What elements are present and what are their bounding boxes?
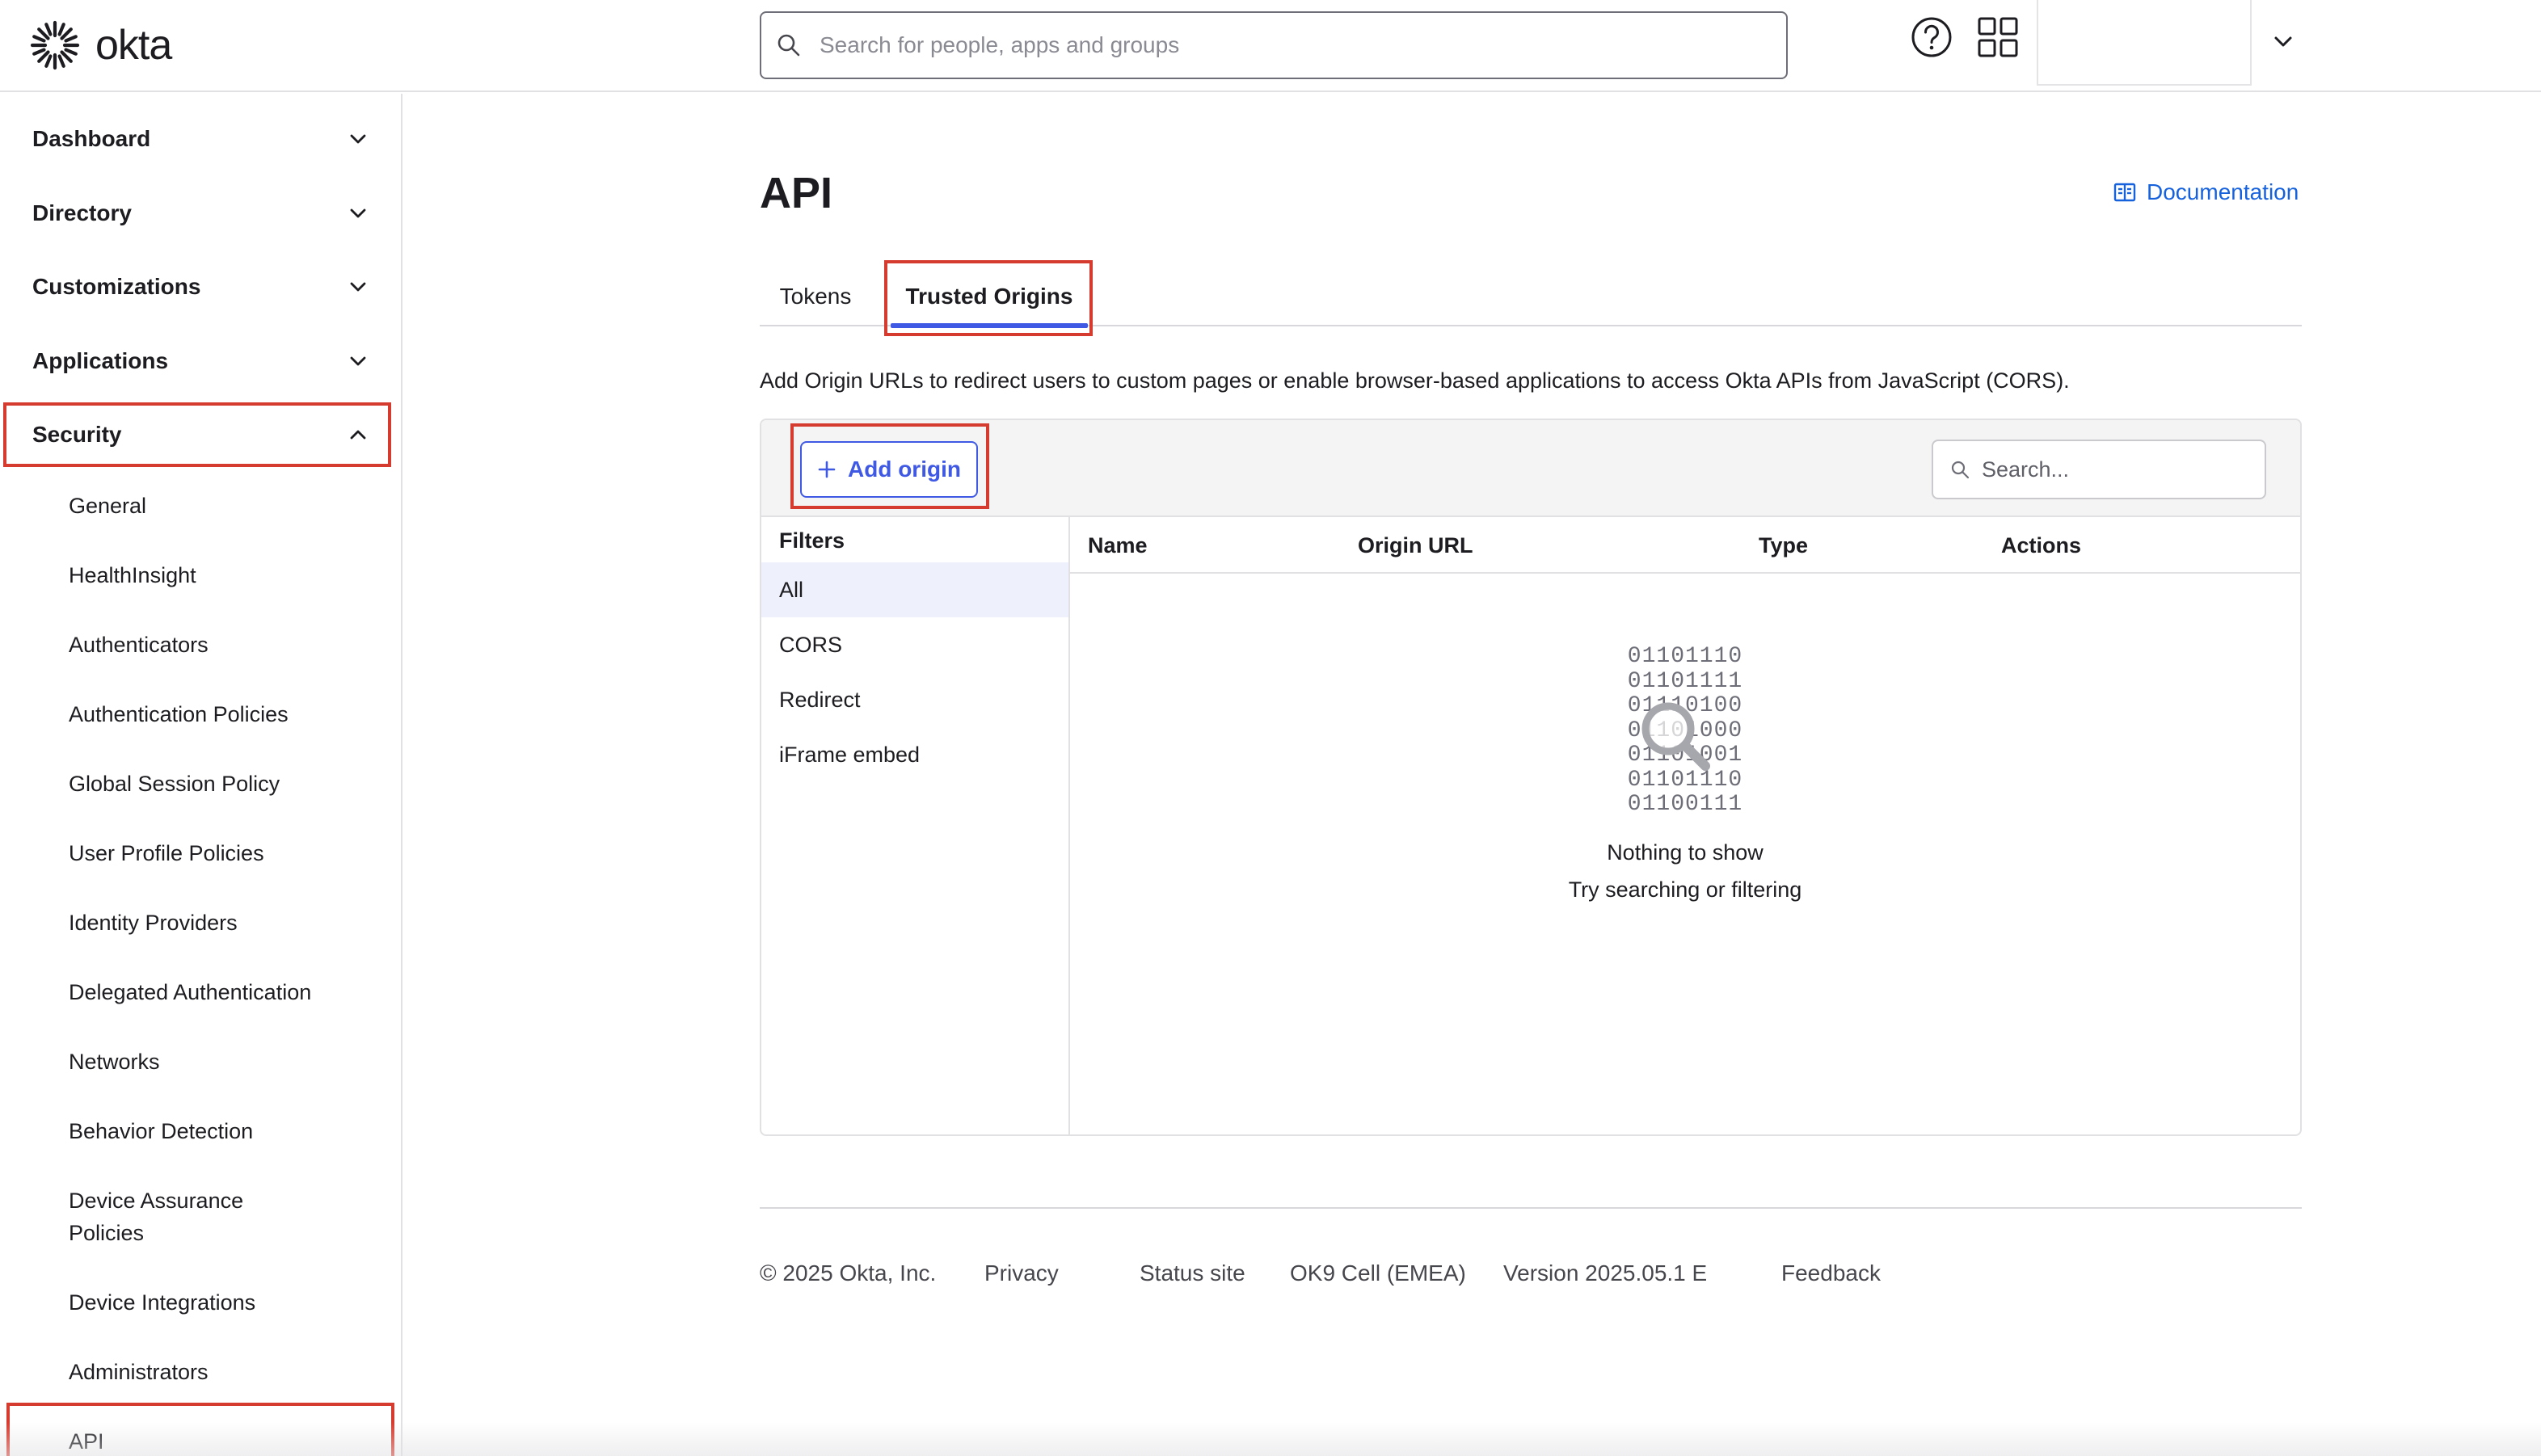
- sidebar-item-directory[interactable]: Directory: [0, 181, 401, 246]
- tab-tokens[interactable]: Tokens: [760, 267, 871, 326]
- sidebar-subitem-networks[interactable]: Networks: [69, 1046, 160, 1078]
- sidebar-subitem-identity-providers[interactable]: Identity Providers: [69, 907, 238, 939]
- origins-search-box[interactable]: [1932, 440, 2266, 499]
- filter-redirect[interactable]: Redirect: [761, 672, 1068, 727]
- sidebar-item-label: Dashboard: [32, 126, 151, 151]
- sidebar-subitem-authentication-policies[interactable]: Authentication Policies: [69, 698, 289, 730]
- footer-cell: OK9 Cell (EMEA): [1290, 1260, 1466, 1286]
- sidebar-subitem-delegated-authentication[interactable]: Delegated Authentication: [69, 976, 311, 1008]
- sidebar-subitem-healthinsight[interactable]: HealthInsight: [69, 559, 196, 591]
- trusted-origins-highlight-box: [884, 260, 1093, 336]
- footer-privacy-link[interactable]: Privacy: [984, 1260, 1059, 1286]
- documentation-link[interactable]: Documentation: [2113, 179, 2299, 205]
- okta-sunburst-icon: [30, 20, 80, 70]
- page-description: Add Origin URLs to redirect users to cus…: [760, 368, 2070, 393]
- okta-logo[interactable]: okta: [29, 19, 172, 71]
- sidebar-subitem-label-line-2: Policies: [69, 1221, 145, 1245]
- sidebar-item-label: Applications: [32, 348, 169, 373]
- global-search-input[interactable]: [820, 32, 1757, 58]
- footer-copyright: © 2025 Okta, Inc.: [760, 1260, 937, 1286]
- sidebar-item-dashboard[interactable]: Dashboard: [0, 107, 401, 171]
- empty-state-title: Nothing to show: [1607, 840, 1764, 865]
- sidebar-subitem-device-assurance-policies[interactable]: Device Assurance Policies: [69, 1185, 243, 1249]
- filter-cors[interactable]: CORS: [761, 617, 1068, 672]
- binary-line: 01101110: [1627, 644, 1743, 669]
- user-menu-button[interactable]: [2037, 0, 2252, 86]
- column-header-actions: Actions: [2001, 532, 2082, 558]
- top-bar: okta: [0, 0, 2541, 92]
- filters-panel: Filters All CORS Redirect iFrame embed: [761, 517, 1070, 1134]
- sidebar-subitem-label-line-1: Device Assurance: [69, 1189, 244, 1213]
- page-title: API: [760, 169, 833, 217]
- binary-line: 01100111: [1627, 792, 1743, 817]
- sidebar-subitem-administrators[interactable]: Administrators: [69, 1356, 209, 1388]
- global-search-box[interactable]: [760, 11, 1788, 79]
- sidebar-item-customizations[interactable]: Customizations: [0, 255, 401, 319]
- search-icon: [1951, 461, 1970, 479]
- documentation-link-label: Documentation: [2147, 179, 2299, 204]
- column-header-type[interactable]: Type: [1759, 517, 1808, 574]
- sidebar-subitem-authenticators[interactable]: Authenticators: [69, 629, 209, 661]
- footer-version: Version 2025.05.1 E: [1503, 1260, 1708, 1286]
- sidebar-item-label: Customizations: [32, 274, 201, 299]
- sidebar-subitem-device-integrations[interactable]: Device Integrations: [69, 1286, 255, 1319]
- origins-search-input[interactable]: [1982, 457, 2257, 482]
- table-header: Name Origin URL Type Actions: [1070, 517, 2300, 574]
- security-highlight-box: [3, 402, 391, 467]
- empty-state: 01101110 01101111 01110100 01101000 0110…: [1070, 574, 2300, 1134]
- api-highlight-box: [6, 1403, 394, 1456]
- add-origin-highlight-box: [790, 423, 989, 509]
- magnifier-icon: [1641, 702, 1710, 771]
- column-header-name[interactable]: Name: [1088, 517, 1148, 574]
- filters-heading: Filters: [779, 528, 845, 553]
- trusted-origins-panel: Add origin Filters All CORS Redirect iFr…: [760, 419, 2302, 1136]
- apps-grid-icon[interactable]: [1977, 16, 2019, 58]
- binary-line: 01101111: [1627, 668, 1743, 694]
- help-icon[interactable]: [1909, 15, 1954, 60]
- book-icon: [2113, 183, 2136, 202]
- footer-divider: [760, 1207, 2302, 1209]
- chevron-down-icon: [350, 134, 366, 144]
- chevron-down-icon: [350, 356, 366, 366]
- footer-feedback-link[interactable]: Feedback: [1781, 1260, 1881, 1286]
- footer-status-site-link[interactable]: Status site: [1140, 1260, 1245, 1286]
- sidebar-subitem-global-session-policy[interactable]: Global Session Policy: [69, 768, 280, 800]
- sidebar-item-applications[interactable]: Applications: [0, 329, 401, 393]
- logo-text: okta: [95, 22, 172, 69]
- chevron-down-icon[interactable]: [2269, 27, 2297, 55]
- sidebar-subitem-general[interactable]: General: [69, 490, 146, 522]
- search-icon: [777, 34, 800, 57]
- sidebar-item-label: Directory: [32, 200, 132, 225]
- sidebar-subitem-behavior-detection[interactable]: Behavior Detection: [69, 1115, 253, 1147]
- empty-state-subtitle: Try searching or filtering: [1568, 877, 1802, 902]
- panel-toolbar: Add origin: [761, 420, 2300, 517]
- sidebar-subitem-user-profile-policies[interactable]: User Profile Policies: [69, 837, 264, 869]
- column-header-origin-url[interactable]: Origin URL: [1358, 517, 1473, 574]
- chevron-down-icon: [350, 208, 366, 218]
- filter-iframe-embed[interactable]: iFrame embed: [761, 727, 1068, 782]
- chevron-down-icon: [350, 282, 366, 292]
- filter-all[interactable]: All: [761, 562, 1068, 617]
- sidebar-nav: Dashboard Directory Customizations Appli…: [0, 94, 402, 1456]
